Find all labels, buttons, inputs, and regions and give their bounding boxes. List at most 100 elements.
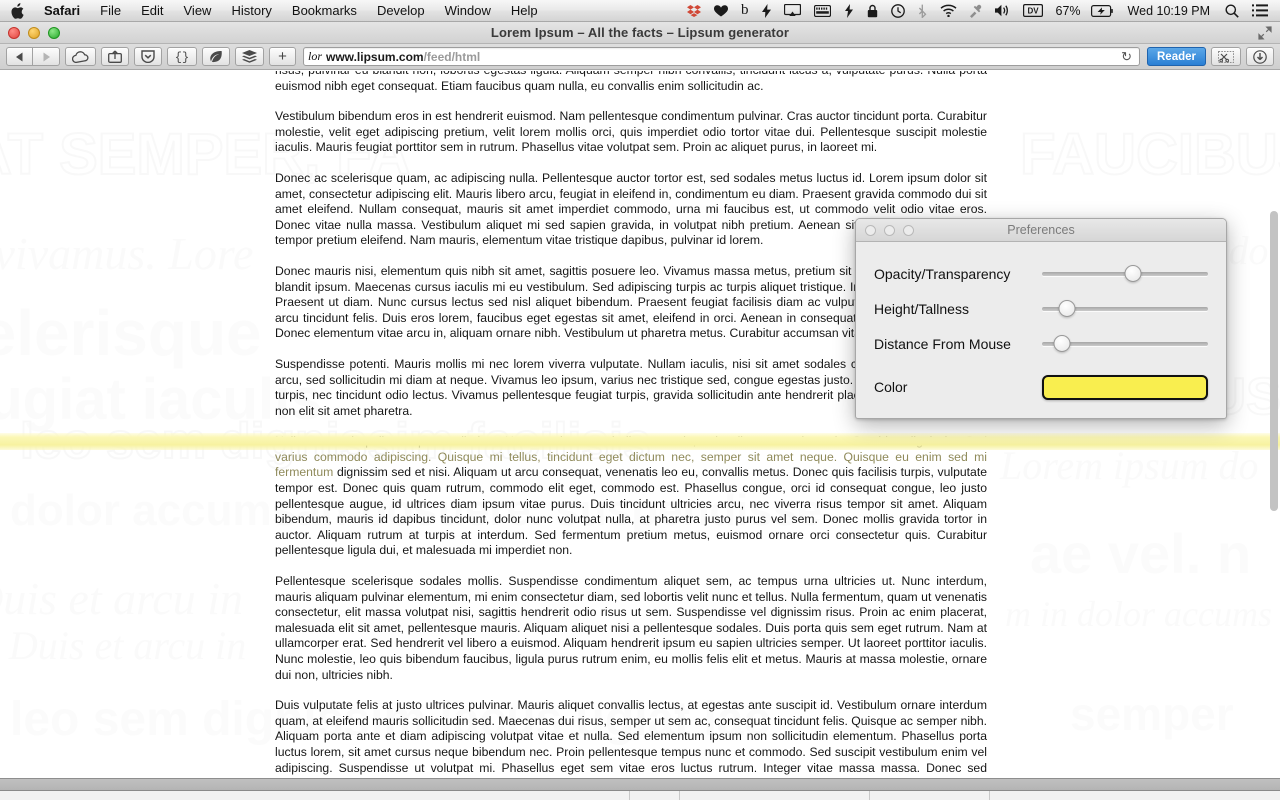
browser-toolbar: {} + lor www.lipsum.com/feed/html ↻ Read… xyxy=(0,44,1280,70)
watermark-text: a vivamus. Lore xyxy=(0,228,254,279)
menu-item-safari[interactable]: Safari xyxy=(34,0,90,22)
slider-knob[interactable] xyxy=(1058,299,1076,317)
spotlight-search-icon[interactable] xyxy=(1219,0,1245,22)
close-preferences-button[interactable] xyxy=(865,225,876,236)
watermark-text: m in dolor accums xyxy=(1005,594,1272,634)
highlight-before-text: Nulla commodo pellentesque vestibulum. U… xyxy=(275,434,966,449)
back-button[interactable] xyxy=(6,47,33,66)
url-host: www.lipsum.com xyxy=(326,49,424,64)
minimize-preferences-button[interactable] xyxy=(884,225,895,236)
forward-button[interactable] xyxy=(33,47,60,66)
window-controls xyxy=(8,27,60,39)
svg-text:DV: DV xyxy=(1027,7,1039,16)
airplay-icon[interactable] xyxy=(778,0,807,22)
enter-full-screen-button[interactable] xyxy=(1258,26,1272,40)
slider-label: Opacity/Transparency xyxy=(874,265,1011,282)
menu-item-view[interactable]: View xyxy=(174,0,222,22)
article-paragraph: Duis vulputate felis at justo ultrices p… xyxy=(275,698,987,778)
address-bar[interactable]: lor www.lipsum.com/feed/html ↻ xyxy=(303,47,1140,66)
article-paragraph: risus, pulvinar eu blandit non, lobortis… xyxy=(275,71,987,93)
highlight-after-text: dignissim sed et nisi. Aliquam ut arcu c… xyxy=(275,465,987,558)
url-text: www.lipsum.com/feed/html xyxy=(326,50,480,64)
reader-button[interactable]: Reader xyxy=(1147,47,1206,66)
time-machine-icon[interactable] xyxy=(885,0,911,22)
watermark-text: Duis et arcu in xyxy=(0,573,243,624)
share-button[interactable] xyxy=(101,47,129,66)
slider-knob[interactable] xyxy=(1053,334,1071,352)
evernote-button[interactable] xyxy=(202,47,230,66)
preference-row: Height/Tallness xyxy=(874,291,1208,326)
background-window-edge[interactable] xyxy=(0,790,1280,800)
icloud-tabs-button[interactable] xyxy=(65,47,96,66)
menu-bar-status-area: b DV 67% Wed 10:19 PM xyxy=(681,0,1280,22)
dropbox-icon[interactable] xyxy=(681,0,707,22)
close-window-button[interactable] xyxy=(8,27,20,39)
lock-icon[interactable] xyxy=(861,0,884,22)
plus-icon: + xyxy=(278,48,287,65)
window-title-bar: Lorem Ipsum – All the facts – Lipsum gen… xyxy=(0,22,1280,44)
screen: Safari File Edit View History Bookmarks Develo… xyxy=(0,0,1280,800)
preferences-title-bar: Preferences xyxy=(856,219,1226,242)
site-favicon: lor xyxy=(308,49,323,63)
wifi-icon[interactable] xyxy=(934,0,963,22)
volume-icon[interactable] xyxy=(989,0,1016,22)
url-path: /feed/html xyxy=(423,49,481,64)
minimize-window-button[interactable] xyxy=(28,27,40,39)
watermark-text: semper xyxy=(1070,688,1234,740)
apple-logo-icon[interactable] xyxy=(0,2,34,19)
menu-item-window[interactable]: Window xyxy=(435,0,501,22)
menu-item-develop[interactable]: Develop xyxy=(367,0,435,22)
notification-center-icon[interactable] xyxy=(1246,0,1274,22)
slider-knob[interactable] xyxy=(1124,264,1142,282)
reload-icon[interactable]: ↻ xyxy=(1121,49,1135,65)
zoom-preferences-button[interactable] xyxy=(903,225,914,236)
menu-item-history[interactable]: History xyxy=(221,0,281,22)
window-title: Lorem Ipsum – All the facts – Lipsum gen… xyxy=(490,25,790,40)
lightning-bolt-icon[interactable] xyxy=(756,0,777,22)
battery-icon[interactable] xyxy=(1085,0,1119,22)
background-window-cell-4 xyxy=(870,790,990,800)
eyedropper-icon[interactable] xyxy=(964,0,988,22)
menu-bar-clock[interactable]: Wed 10:19 PM xyxy=(1120,4,1218,18)
menu-bar: Safari File Edit View History Bookmarks Develo… xyxy=(0,0,1280,22)
article-paragraph: Pellentesque scelerisque sodales mollis.… xyxy=(275,574,987,682)
preference-row: Opacity/Transparency xyxy=(874,256,1208,291)
bluetooth-icon[interactable] xyxy=(912,0,933,22)
article-paragraph: Vestibulum bibendum eros in est hendreri… xyxy=(275,109,987,155)
flash-plugin-icon[interactable] xyxy=(838,0,860,22)
page-content-area: AT SEMPER, FAFAUCIBUSa vivamus. LoreLore… xyxy=(0,71,1280,778)
watermark-text: FAUCIBUS xyxy=(1019,122,1280,187)
keyboard-icon[interactable] xyxy=(808,0,837,22)
slider-opacity-transparency[interactable] xyxy=(1042,264,1208,283)
menu-item-help[interactable]: Help xyxy=(501,0,548,22)
menu-item-bookmarks[interactable]: Bookmarks xyxy=(282,0,367,22)
battery-percent-label[interactable]: 67% xyxy=(1050,4,1084,18)
zoom-window-button[interactable] xyxy=(48,27,60,39)
slider-height-tallness[interactable] xyxy=(1042,299,1208,318)
new-tab-button[interactable]: + xyxy=(269,47,296,66)
watermark-text: m. Duis et arcu in xyxy=(0,623,247,668)
watermark-text: Lorem ipsum do xyxy=(1000,443,1259,488)
navigation-buttons xyxy=(6,47,60,66)
scrollbar-thumb[interactable] xyxy=(1270,211,1278,511)
downloads-button[interactable] xyxy=(1246,47,1274,66)
preferences-window-controls xyxy=(865,225,914,236)
menu-item-edit[interactable]: Edit xyxy=(131,0,173,22)
pocket-button[interactable] xyxy=(134,47,162,66)
page-scrollbar[interactable] xyxy=(1269,71,1278,778)
slider-distance-from-mouse[interactable] xyxy=(1042,334,1208,353)
watermark-text: celerisque xyxy=(0,297,262,369)
clipper-button[interactable] xyxy=(1211,47,1241,66)
slider-label: Distance From Mouse xyxy=(874,335,1011,352)
preferences-dialog: Preferences Opacity/Transparency Height/T… xyxy=(855,218,1227,419)
heart-icon[interactable] xyxy=(708,0,734,22)
code-button[interactable]: {} xyxy=(167,47,197,66)
watermark-text: ae vel. n xyxy=(1030,522,1252,585)
color-swatch-button[interactable] xyxy=(1042,374,1208,400)
menu-item-file[interactable]: File xyxy=(90,0,131,22)
bowtie-b-icon[interactable]: b xyxy=(735,0,755,22)
preference-row: Distance From Mouse xyxy=(874,326,1208,361)
dv-badge-icon[interactable]: DV xyxy=(1017,0,1049,22)
color-label: Color xyxy=(874,379,908,395)
layers-button[interactable] xyxy=(235,47,264,66)
